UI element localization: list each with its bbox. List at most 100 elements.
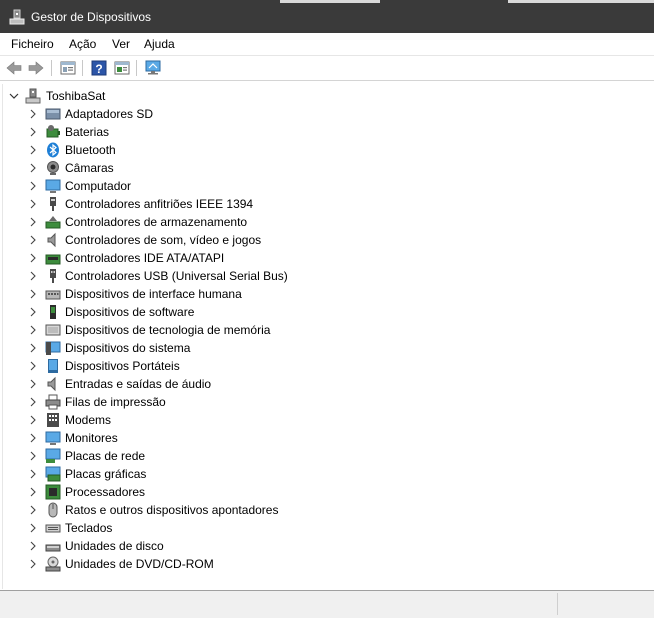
tree-item-interface-humana[interactable]: Dispositivos de interface humana: [3, 285, 643, 303]
chevron-right-icon[interactable]: [27, 485, 39, 499]
chevron-right-icon[interactable]: [27, 107, 39, 121]
tree-item-label: Bluetooth: [65, 143, 116, 157]
ide-controller-icon: [45, 254, 61, 265]
device-manager-app-icon: [9, 9, 25, 25]
chevron-right-icon[interactable]: [27, 125, 39, 139]
menu-ficheiro[interactable]: Ficheiro: [11, 37, 54, 51]
properties-icon[interactable]: [59, 59, 77, 77]
chevron-right-icon[interactable]: [27, 557, 39, 571]
tree-item-monitores[interactable]: Monitores: [3, 429, 643, 447]
tree-item-ide-ata-atapi[interactable]: Controladores IDE ATA/ATAPI: [3, 249, 643, 267]
tree-item-label: Filas de impressão: [65, 395, 166, 409]
window-title: Gestor de Dispositivos: [31, 10, 152, 24]
chevron-right-icon[interactable]: [27, 395, 39, 409]
tree-item-label: Controladores IDE ATA/ATAPI: [65, 251, 225, 265]
chevron-right-icon[interactable]: [27, 233, 39, 247]
tree-item-tecnologia-memoria[interactable]: Dispositivos de tecnologia de memória: [3, 321, 643, 339]
tree-item-computador[interactable]: Computador: [3, 177, 643, 195]
chevron-right-icon[interactable]: [27, 431, 39, 445]
tree-item-baterias[interactable]: Baterias: [3, 123, 643, 141]
system-device-icon: [45, 341, 61, 355]
tree-item-ieee1394[interactable]: Controladores anfitriões IEEE 1394: [3, 195, 643, 213]
tree-item-label: Modems: [65, 413, 112, 427]
tree-item-label: Ratos e outros dispositivos apontadores: [65, 503, 279, 517]
menu-ajuda[interactable]: Ajuda: [144, 37, 175, 51]
hid-icon: [45, 290, 61, 300]
chevron-right-icon[interactable]: [27, 197, 39, 211]
chevron-right-icon[interactable]: [27, 287, 39, 301]
software-device-icon: [50, 305, 56, 319]
memory-tech-icon: [45, 324, 61, 336]
tree-item-ratos[interactable]: Ratos e outros dispositivos apontadores: [3, 501, 643, 519]
back-icon[interactable]: [5, 59, 23, 77]
chevron-right-icon[interactable]: [27, 323, 39, 337]
chevron-right-icon[interactable]: [27, 377, 39, 391]
display-adapter-icon: [45, 466, 61, 482]
tree-item-placas-graficas[interactable]: Placas gráficas: [3, 465, 643, 483]
toolbar-separator: [51, 60, 52, 76]
tree-root[interactable]: ToshibaSat: [3, 87, 643, 105]
background-window-strip: [508, 0, 654, 3]
tree-item-armazenamento[interactable]: Controladores de armazenamento: [3, 213, 643, 231]
tree-item-filas-impressao[interactable]: Filas de impressão: [3, 393, 643, 411]
tree-item-label: Câmaras: [65, 161, 114, 175]
processor-icon: [45, 484, 61, 500]
chevron-right-icon[interactable]: [27, 269, 39, 283]
tree-item-processadores[interactable]: Processadores: [3, 483, 643, 501]
scan-hardware-icon[interactable]: [144, 59, 162, 77]
tree-item-label: Dispositivos de tecnologia de memória: [65, 323, 271, 337]
modem-icon: [47, 413, 59, 427]
tree-item-label: Teclados: [65, 521, 113, 535]
speaker-icon: [47, 376, 56, 392]
chevron-right-icon[interactable]: [27, 251, 39, 265]
forward-icon[interactable]: [27, 59, 45, 77]
chevron-right-icon[interactable]: [27, 539, 39, 553]
tree-item-usb[interactable]: Controladores USB (Universal Serial Bus): [3, 267, 643, 285]
chevron-right-icon[interactable]: [27, 215, 39, 229]
tree-item-bluetooth[interactable]: Bluetooth: [3, 141, 643, 159]
tree-item-adaptadores-sd[interactable]: Adaptadores SD: [3, 105, 643, 123]
chevron-right-icon[interactable]: [27, 161, 39, 175]
tree-item-software[interactable]: Dispositivos de software: [3, 303, 643, 321]
chevron-down-icon[interactable]: [8, 89, 20, 103]
help-icon[interactable]: ?: [90, 59, 108, 77]
title-bar[interactable]: Gestor de Dispositivos: [0, 0, 654, 33]
tree-item-label: Dispositivos de software: [65, 305, 195, 319]
tree-item-label: Adaptadores SD: [65, 107, 154, 121]
tree-item-camaras[interactable]: Câmaras: [3, 159, 643, 177]
tree-item-label: Controladores de armazenamento: [65, 215, 248, 229]
tree-item-label: Monitores: [65, 431, 118, 445]
tree-item-unidades-disco[interactable]: Unidades de disco: [3, 537, 643, 555]
tree-item-label: Placas de rede: [65, 449, 146, 463]
update-driver-icon[interactable]: [113, 59, 131, 77]
tree-item-dvd-cdrom[interactable]: Unidades de DVD/CD-ROM: [3, 555, 643, 573]
tree-item-teclados[interactable]: Teclados: [3, 519, 643, 537]
tree-item-placas-rede[interactable]: Placas de rede: [3, 447, 643, 465]
chevron-right-icon[interactable]: [27, 467, 39, 481]
chevron-right-icon[interactable]: [27, 521, 39, 535]
background-window-strip: [280, 0, 380, 3]
tree-item-label: Dispositivos Portáteis: [65, 359, 180, 373]
dvd-drive-icon: [45, 556, 61, 572]
chevron-right-icon[interactable]: [27, 413, 39, 427]
chevron-right-icon[interactable]: [27, 143, 39, 157]
tree-item-modems[interactable]: Modems: [3, 411, 643, 429]
storage-controller-icon: [45, 216, 61, 229]
chevron-right-icon[interactable]: [27, 359, 39, 373]
computer-icon: [25, 88, 41, 104]
menu-ver[interactable]: Ver: [112, 37, 130, 51]
chevron-right-icon[interactable]: [27, 503, 39, 517]
tree-item-portateis[interactable]: Dispositivos Portáteis: [3, 357, 643, 375]
chevron-right-icon[interactable]: [27, 449, 39, 463]
keyboard-icon: [45, 524, 61, 533]
tree-item-sistema[interactable]: Dispositivos do sistema: [3, 339, 643, 357]
tree-item-som-video-jogos[interactable]: Controladores de som, vídeo e jogos: [3, 231, 643, 249]
tree-item-entradas-saidas-audio[interactable]: Entradas e saídas de áudio: [3, 375, 643, 393]
device-tree[interactable]: ToshibaSat Adaptadores SD Baterias Bluet…: [2, 84, 653, 589]
chevron-right-icon[interactable]: [27, 341, 39, 355]
tree-root-label: ToshibaSat: [46, 89, 106, 103]
toolbar-separator: [136, 60, 137, 76]
menu-acao[interactable]: Ação: [69, 37, 96, 51]
chevron-right-icon[interactable]: [27, 305, 39, 319]
chevron-right-icon[interactable]: [27, 179, 39, 193]
